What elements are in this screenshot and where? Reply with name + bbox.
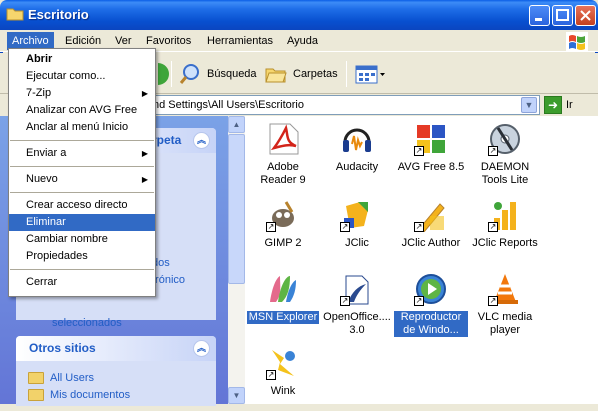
submenu-arrow-icon: ▶ [141,175,148,184]
other-place-all-users[interactable]: All Users [28,369,204,386]
vlc-icon: ↗ [488,272,522,306]
item-wink[interactable]: ↗ Wink [246,346,320,398]
vertical-scrollbar[interactable]: ▲ ▼ [228,116,245,404]
submenu-arrow-icon: ▶ [141,89,148,98]
wink-icon: ↗ [266,346,300,380]
media-player-icon: ↗ [414,272,448,306]
search-label: Búsqueda [207,68,257,80]
other-place-mis-documentos[interactable]: Mis documentos [28,386,204,403]
folder-icon [28,388,44,401]
menuitem-7zip[interactable]: 7-Zip ▶ [9,85,155,102]
menuitem-cambiar-nombre[interactable]: Cambiar nombre [9,231,155,248]
jclic-reports-icon: ↗ [488,198,522,232]
shortcut-arrow-icon: ↗ [266,370,276,380]
item-audacity[interactable]: Audacity [320,122,394,174]
msn-icon [266,272,300,306]
item-adobe-reader[interactable]: Adobe Reader 9 [246,122,320,187]
item-jclic-reports[interactable]: ↗ JClic Reports [468,198,542,250]
collapse-chevron-icon[interactable]: ︽ [193,132,210,149]
menu-separator [10,192,154,193]
item-media-player[interactable]: ↗ Reproductor de Windo... [394,272,468,337]
jclic-icon: ↗ [340,198,374,232]
item-jclic-author[interactable]: ↗ JClic Author [394,198,468,250]
views-icon [355,65,385,84]
menu-separator [10,140,154,141]
task-fragment-3[interactable]: seleccionados [52,317,122,329]
address-path: nd Settings\All Users\Escritorio [153,99,304,111]
menuitem-eliminar[interactable]: Eliminar [9,214,155,231]
address-input[interactable]: nd Settings\All Users\Escritorio ▼ [148,95,540,115]
shortcut-arrow-icon: ↗ [340,222,350,232]
window-title: Escritorio [28,7,89,22]
menu-separator [10,269,154,270]
shortcut-arrow-icon: ↗ [488,222,498,232]
collapse-chevron-icon[interactable]: ︽ [193,340,210,357]
item-msn-explorer[interactable]: MSN Explorer [246,272,320,324]
go-button[interactable]: ➜ Ir [544,96,573,114]
windows-logo-icon [566,32,588,51]
adobe-reader-icon [266,122,300,156]
menuitem-propiedades[interactable]: Propiedades [9,248,155,265]
submenu-arrow-icon: ▶ [141,149,148,158]
item-avg-free[interactable]: ↗ AVG Free 8.5 [394,122,468,174]
folder-icon [6,7,24,21]
item-jclic[interactable]: ↗ JClic [320,198,394,250]
menuitem-enviar-a[interactable]: Enviar a ▶ [9,145,155,162]
other-places-title: Otros sitios [29,341,96,355]
shortcut-arrow-icon: ↗ [340,296,350,306]
menuitem-analizar-avg[interactable]: Analizar con AVG Free [9,102,155,119]
openoffice-icon: ↗ [340,272,374,306]
maximize-button[interactable] [552,5,573,26]
task-fragment-2[interactable]: trónico [152,274,185,286]
go-arrow-icon: ➜ [544,96,562,114]
menuitem-ejecutar-como[interactable]: Ejecutar como... [9,68,155,85]
shortcut-arrow-icon: ↗ [414,296,424,306]
search-icon [179,64,199,84]
item-openoffice[interactable]: ↗ OpenOffice.... 3.0 [320,272,394,337]
item-vlc[interactable]: ↗ VLC media player [468,272,542,337]
menuitem-crear-acceso-directo[interactable]: Crear acceso directo [9,197,155,214]
folders-icon [265,68,287,83]
shortcut-arrow-icon: ↗ [488,146,498,156]
other-places-panel: Otros sitios ︽ All Users Mis documentos [16,336,216,406]
avg-icon: ↗ [414,122,448,156]
audacity-icon [340,122,374,156]
shortcut-arrow-icon: ↗ [414,222,424,232]
address-dropdown-icon[interactable]: ▼ [521,97,537,113]
item-gimp[interactable]: ↗ GIMP 2 [246,198,320,250]
menu-herramientas[interactable]: Herramientas [202,34,278,50]
title-bar[interactable]: Escritorio [0,0,598,30]
close-button[interactable] [575,5,596,26]
scroll-thumb[interactable] [228,134,245,284]
menuitem-anclar-inicio[interactable]: Anclar al menú Inicio [9,119,155,136]
jclic-author-icon: ↗ [414,198,448,233]
archivo-dropdown-menu: Abrir Ejecutar como... 7-Zip ▶ Analizar … [8,48,156,297]
folders-label: Carpetas [293,68,338,80]
views-button[interactable] [354,59,386,89]
shortcut-arrow-icon: ↗ [488,296,498,306]
menu-separator [10,166,154,167]
item-daemon-tools[interactable]: ↗ DAEMON Tools Lite [468,122,542,187]
shortcut-arrow-icon: ↗ [266,222,276,232]
panel-title-fragment: rpeta [152,133,182,147]
go-label: Ir [566,99,573,111]
folders-button[interactable]: Carpetas [264,59,338,89]
minimize-button[interactable] [529,5,550,26]
file-list: Adobe Reader 9 Audacity ↗ AVG Free 8.5 ↗… [245,116,598,404]
gimp-icon: ↗ [266,198,300,232]
search-button[interactable]: Búsqueda [178,59,257,89]
menuitem-cerrar[interactable]: Cerrar [9,274,155,291]
scroll-up-button[interactable]: ▲ [228,116,245,133]
up-folder-button[interactable] [158,59,172,89]
scroll-down-button[interactable]: ▼ [228,387,245,404]
shortcut-arrow-icon: ↗ [414,146,424,156]
menu-ayuda[interactable]: Ayuda [282,34,323,50]
folder-icon [28,371,44,384]
menuitem-abrir[interactable]: Abrir [9,51,155,68]
daemon-tools-icon: ↗ [488,122,522,156]
menuitem-nuevo[interactable]: Nuevo ▶ [9,171,155,188]
